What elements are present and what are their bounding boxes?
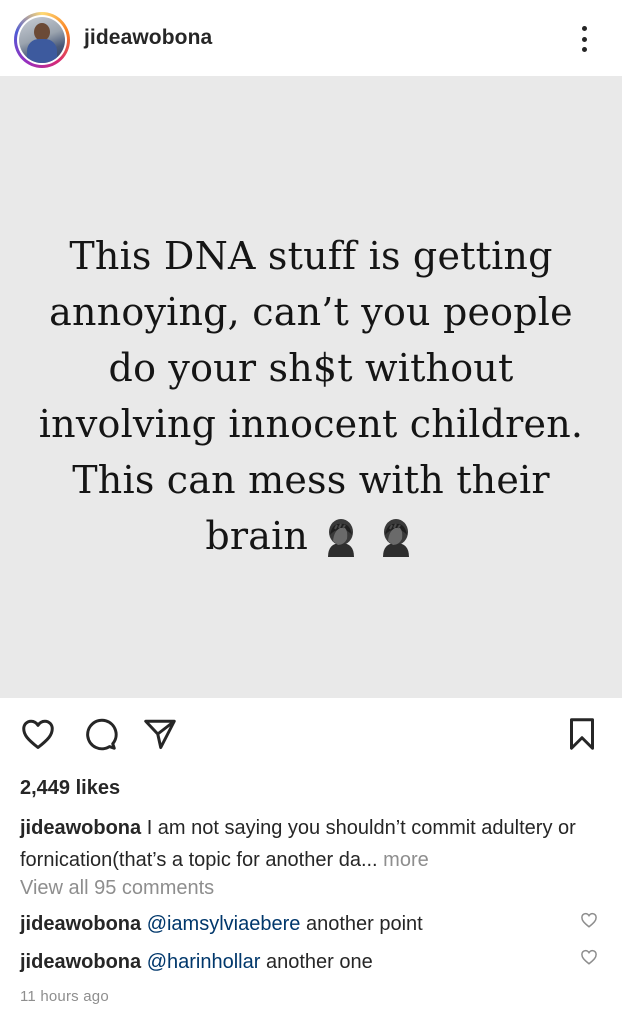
quote-last-word: brain <box>205 514 309 558</box>
send-icon[interactable] <box>142 716 178 752</box>
heart-icon[interactable] <box>20 716 56 752</box>
caption-username[interactable]: jideawobona <box>20 817 141 839</box>
comment-heart-icon[interactable] <box>580 911 598 929</box>
quote-line: This DNA stuff is getting <box>69 234 553 278</box>
comment-icon[interactable] <box>82 716 118 752</box>
bookmark-icon[interactable] <box>564 716 600 752</box>
comment-text: another one <box>260 951 373 973</box>
post-header: jideawobona <box>0 0 622 76</box>
comment-username[interactable]: jideawobona <box>20 951 141 973</box>
quote-line: annoying, can’t you people <box>49 290 573 334</box>
view-all-comments-link[interactable]: View all 95 comments <box>20 877 214 900</box>
comment-heart-icon[interactable] <box>580 948 598 966</box>
post-quote-text: This DNA stuff is getting annoying, can’… <box>20 228 602 564</box>
comment-username[interactable]: jideawobona <box>20 913 141 935</box>
quote-line-last: brain <box>20 508 602 564</box>
avatar[interactable] <box>14 12 70 68</box>
quote-line: do your sh$t without <box>108 346 514 390</box>
facepalm-emoji <box>328 519 355 557</box>
quote-line: This can mess with their <box>72 458 550 502</box>
comment-text: another point <box>300 913 423 935</box>
avatar-photo <box>19 17 65 63</box>
comment-item: jideawobona @harinhollar another one <box>20 951 580 974</box>
caption-more-link[interactable]: more <box>378 849 429 871</box>
quote-line: involving innocent children. <box>38 402 584 446</box>
comment-mention[interactable]: @iamsylviaebere <box>147 913 301 935</box>
post-caption: jideawobona I am not saying you shouldn’… <box>20 812 610 876</box>
post-action-bar <box>0 712 622 764</box>
comment-item: jideawobona @iamsylviaebere another poin… <box>20 913 580 936</box>
more-vertical-icon[interactable] <box>572 22 596 56</box>
post-username[interactable]: jideawobona <box>84 26 212 50</box>
facepalm-emoji <box>382 519 409 557</box>
likes-count[interactable]: 2,449 likes <box>20 777 120 800</box>
comment-mention[interactable]: @harinhollar <box>147 951 261 973</box>
post-timestamp: 11 hours ago <box>20 988 109 1005</box>
